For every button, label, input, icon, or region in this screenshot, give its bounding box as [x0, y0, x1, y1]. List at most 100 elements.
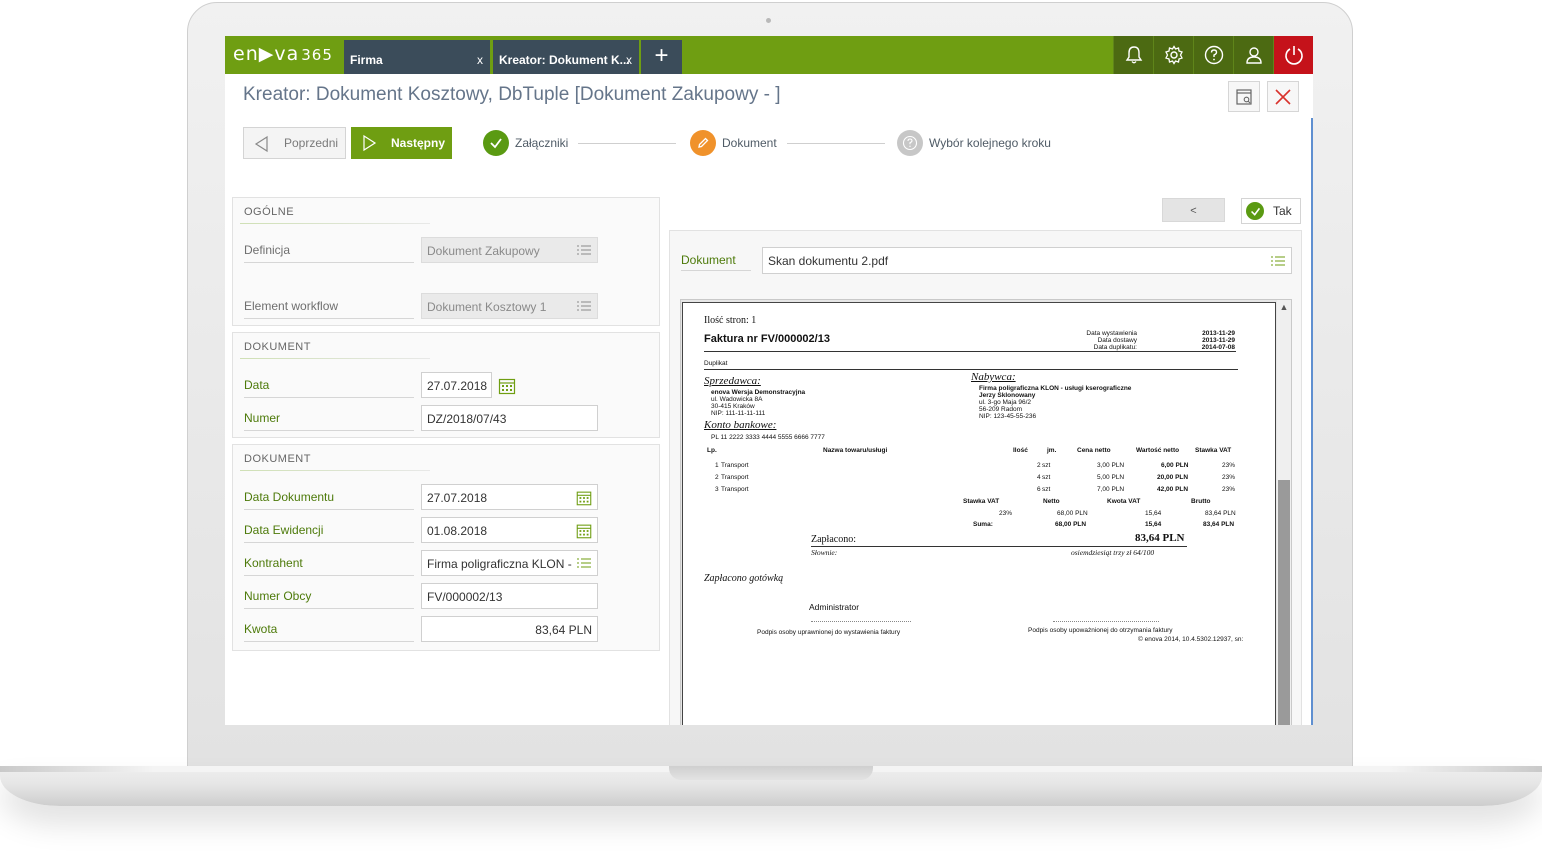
- label-data-ewidencji: Data Ewidencji: [244, 523, 324, 537]
- field-value: 27.07.2018: [427, 491, 488, 505]
- data-dokumentu-field[interactable]: 27.07.2018: [421, 484, 598, 510]
- label-kwota: Kwota: [244, 622, 278, 636]
- back-button[interactable]: <: [1162, 198, 1225, 222]
- section-title: DOKUMENT: [244, 453, 311, 465]
- data-ewidencji-field[interactable]: 01.08.2018: [421, 517, 598, 543]
- section-dokument: DOKUMENT Data 27.07.2018 Numer DZ/2018/0…: [232, 332, 660, 438]
- buyer-line: NIP: 123-45-55-236: [979, 413, 1037, 420]
- pdf-viewer[interactable]: Ilość stron: 1 Faktura nr FV/000002/13 D…: [680, 299, 1292, 725]
- data-field[interactable]: 27.07.2018: [421, 372, 492, 398]
- label-definicja: Definicja: [244, 243, 291, 257]
- vat-cell: 15,64: [1145, 510, 1162, 517]
- label-underline: [244, 542, 414, 543]
- app-logo: en▶va 365: [233, 43, 333, 65]
- table-header: Stawka VAT: [1195, 447, 1232, 454]
- kwota-field[interactable]: 83,64 PLN: [421, 616, 598, 642]
- cell-qty: 2: [1037, 462, 1041, 469]
- user-button[interactable]: [1233, 36, 1273, 74]
- logo-text: en▶va: [233, 43, 300, 65]
- tab-close-button[interactable]: x: [626, 53, 632, 67]
- step-zalaczniki[interactable]: Załączniki: [483, 130, 568, 156]
- add-tab-button[interactable]: +: [641, 40, 682, 74]
- cell-net: 6,00 PLN: [1161, 462, 1189, 469]
- pencil-icon: [698, 137, 709, 148]
- close-icon: [1275, 88, 1291, 105]
- tab-firma[interactable]: Firma x: [344, 40, 490, 74]
- window-edge: [1311, 118, 1313, 725]
- cell-unit: szt: [1042, 486, 1051, 493]
- dokument-field[interactable]: Skan dokumentu 2.pdf: [762, 247, 1292, 274]
- list-icon[interactable]: [1269, 253, 1287, 269]
- viewer-scrollbar[interactable]: ▲: [1277, 300, 1291, 725]
- buyer-title: Nabywca:: [971, 371, 1016, 383]
- next-button[interactable]: Następny: [351, 127, 452, 159]
- numer-field[interactable]: DZ/2018/07/43: [421, 405, 598, 431]
- section-underline: [240, 358, 430, 359]
- field-value: DZ/2018/07/43: [427, 412, 507, 426]
- vat-header: Netto: [1043, 498, 1060, 505]
- kontrahent-field[interactable]: Firma poligraficzna KLON - usługi kserog…: [421, 550, 598, 576]
- print-preview-button[interactable]: [1228, 81, 1260, 112]
- calendar-icon[interactable]: [497, 376, 517, 396]
- close-window-button[interactable]: [1267, 81, 1299, 112]
- seller-line: enova Wersja Demonstracyjna: [711, 389, 806, 396]
- section-underline: [240, 470, 430, 471]
- scroll-thumb[interactable]: [1278, 480, 1290, 725]
- user-icon: [1245, 47, 1262, 64]
- field-value: Dokument Kosztowy 1: [427, 300, 547, 314]
- calendar-icon[interactable]: [575, 522, 593, 540]
- invoice-date-value: 2014-07-08: [1201, 344, 1235, 351]
- chevron-up-icon[interactable]: ▲: [1278, 302, 1290, 314]
- previous-button[interactable]: Poprzedni: [243, 127, 346, 159]
- bell-icon: [1125, 46, 1142, 64]
- tab-kreator[interactable]: Kreator: Dokument K... x: [493, 40, 639, 74]
- cell-price: 3,00 PLN: [1097, 462, 1125, 469]
- sum-cell: 83,64 PLN: [1203, 521, 1235, 528]
- divider: [811, 546, 1187, 547]
- power-icon: [1284, 46, 1303, 65]
- definicja-field[interactable]: Dokument Zakupowy: [421, 237, 598, 263]
- logout-button[interactable]: [1273, 36, 1313, 74]
- next-label: Następny: [391, 136, 446, 150]
- cell-name: Transport: [721, 474, 749, 481]
- triangle-right-icon: [363, 134, 377, 152]
- step-wybor[interactable]: Wybór kolejnego kroku: [897, 130, 1051, 156]
- sign-left: Podpis osoby uprawnionej do wystawienia …: [757, 629, 901, 636]
- step-label: Załączniki: [515, 136, 569, 150]
- bank-value: PL 11 2222 3333 4444 5555 6666 7777: [711, 434, 825, 441]
- step-connector: [787, 143, 885, 144]
- tak-button[interactable]: Tak: [1241, 198, 1301, 224]
- signature-line: [1053, 621, 1159, 622]
- label-underline: [244, 575, 414, 576]
- numer-obcy-field[interactable]: FV/000002/13: [421, 583, 598, 609]
- triangle-left-icon: [254, 135, 268, 153]
- table-header: Cena netto: [1077, 447, 1111, 454]
- question-icon: [902, 135, 918, 151]
- vat-cell: 83,64 PLN: [1205, 510, 1236, 517]
- list-icon[interactable]: [575, 555, 593, 571]
- tab-close-button[interactable]: x: [477, 53, 483, 67]
- invoice-date-value: 2013-11-29: [1202, 337, 1235, 344]
- step-done-marker: [483, 130, 509, 156]
- table-header: Nazwa towaru/usługi: [823, 447, 888, 454]
- cell-lp: 2: [715, 474, 719, 481]
- payment-method: Zapłacono gotówką: [704, 573, 784, 584]
- help-button[interactable]: [1193, 36, 1233, 74]
- buyer-line: ul. 3-go Maja 96/2: [979, 399, 1032, 406]
- table-header: jm.: [1047, 447, 1057, 454]
- seller-line: ul. Wadowicka 8A: [711, 396, 763, 403]
- step-dokument[interactable]: Dokument: [690, 130, 777, 156]
- cell-qty: 4: [1037, 474, 1041, 481]
- settings-button[interactable]: [1153, 36, 1193, 74]
- logo-number: 365: [301, 46, 333, 64]
- notifications-button[interactable]: [1113, 36, 1153, 74]
- element-workflow-field[interactable]: Dokument Kosztowy 1: [421, 293, 598, 319]
- step-connector: [578, 143, 676, 144]
- cell-name: Transport: [721, 462, 749, 469]
- gear-icon: [1164, 45, 1183, 65]
- calendar-icon[interactable]: [575, 489, 593, 507]
- top-icons: [1113, 36, 1313, 74]
- field-value: 83,64 PLN: [535, 623, 592, 637]
- section-title: OGÓLNE: [244, 206, 295, 218]
- buyer-line: 56-209 Radom: [979, 406, 1022, 413]
